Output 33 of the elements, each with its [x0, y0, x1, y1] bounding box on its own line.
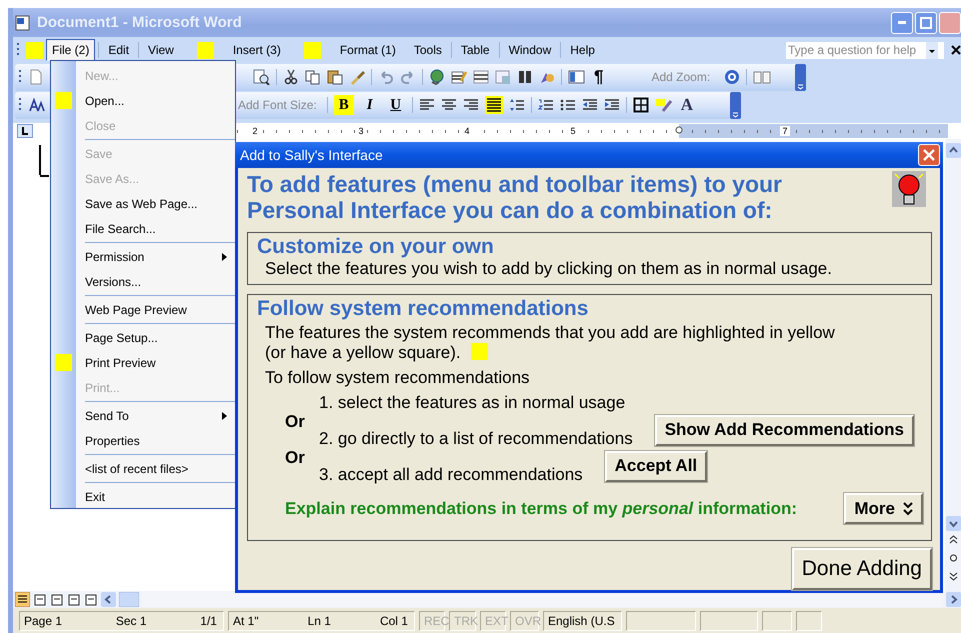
status-text: At 1": [233, 614, 259, 628]
ruler-number: 5: [568, 126, 578, 136]
section-text: (or have a yellow square).: [265, 343, 461, 362]
dialog-title: Add to Sally's Interface: [240, 147, 383, 163]
section-text: To follow system recommendations: [265, 368, 531, 388]
ruler-number: 2: [250, 126, 260, 136]
status-text: English (U.S: [548, 614, 615, 628]
window-title: Document1 - Microsoft Word: [37, 14, 242, 31]
step-text: 1. select the features as in normal usage: [319, 394, 626, 412]
dialog-heading: To add features (menu and toolbar items) to your Personal Interface you can do a combination of:: [247, 171, 784, 223]
status-text: EXT: [485, 614, 508, 628]
zoom-label: Add Zoom:: [651, 70, 710, 84]
status-text: REC: [424, 614, 450, 628]
status-text: Col 1: [380, 614, 408, 628]
status-text: TRK: [454, 614, 478, 628]
section-text: The features the system recommends that you add are highlighted in yellow: [265, 323, 835, 342]
explain-text: Explain recommendations in terms of my personal information:: [285, 498, 798, 518]
section-text: Select the features you wish to add by clicking on them as in normal usage.: [265, 259, 833, 279]
status-text: OVR: [515, 614, 542, 628]
status-text: 1/1: [200, 614, 217, 628]
section-title: Customize on your own: [257, 235, 495, 259]
section-title: Follow system recommendations: [257, 297, 590, 321]
ruler-number: 7: [780, 126, 790, 136]
ruler-number: 4: [462, 126, 472, 136]
status-text: Page 1: [24, 614, 62, 628]
or-label: Or: [285, 412, 305, 430]
ruler-number: 3: [356, 126, 366, 136]
status-text: Sec 1: [116, 614, 147, 628]
or-label: Or: [285, 448, 305, 466]
status-text: Ln 1: [308, 614, 331, 628]
step-text: 3. accept all add recommendations: [319, 466, 583, 484]
font-size-label: Add Font Size:: [238, 98, 317, 112]
step-text: 2. go directly to a list of recommendations: [319, 430, 633, 448]
